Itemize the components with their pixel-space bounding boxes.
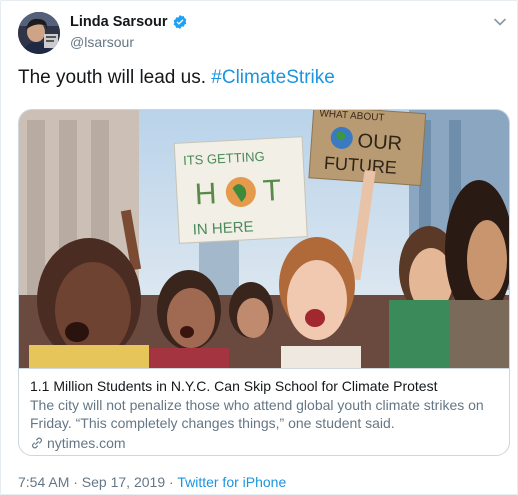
sign-right-line2: OUR <box>357 130 403 155</box>
avatar[interactable] <box>18 12 60 54</box>
card-description: The city will not penalize those who att… <box>30 397 484 431</box>
avatar-image <box>18 12 60 54</box>
source-link[interactable]: Twitter for iPhone <box>177 474 286 490</box>
card-title: 1.1 Million Students in N.Y.C. Can Skip … <box>30 378 438 394</box>
chevron-down-icon[interactable] <box>493 15 507 29</box>
verified-badge-icon <box>173 15 186 29</box>
card-domain: nytimes.com <box>30 434 498 452</box>
card-image: ITS GETTING H T IN HERE WHAT ABOUT OUR F… <box>19 110 509 368</box>
sign-left-t: T <box>262 174 282 208</box>
hashtag-link[interactable]: #ClimateStrike <box>211 67 335 88</box>
meta-separator: · <box>169 474 174 490</box>
tweet-text-plain: The youth will lead us. <box>18 67 206 88</box>
card-body: 1.1 Million Students in N.Y.C. Can Skip … <box>19 368 509 455</box>
link-icon <box>32 437 42 449</box>
timestamp[interactable]: 7:54 AM · Sep 17, 2019 <box>18 474 165 490</box>
card-domain-text: nytimes.com <box>47 435 126 451</box>
tweet-text: The youth will lead us. #ClimateStrike <box>18 66 335 90</box>
tweet-card: Linda Sarsour @lsarsour The youth will l… <box>0 0 518 495</box>
author-name[interactable]: Linda Sarsour <box>70 14 168 30</box>
sign-left-line3: IN HERE <box>192 218 254 238</box>
author-row: Linda Sarsour <box>70 14 188 30</box>
author-handle[interactable]: @lsarsour <box>70 34 134 50</box>
tweet-meta: 7:54 AM · Sep 17, 2019 · Twitter for iPh… <box>18 474 286 490</box>
sign-left-h: H <box>194 177 217 211</box>
link-preview-card[interactable]: ITS GETTING H T IN HERE WHAT ABOUT OUR F… <box>18 109 510 456</box>
